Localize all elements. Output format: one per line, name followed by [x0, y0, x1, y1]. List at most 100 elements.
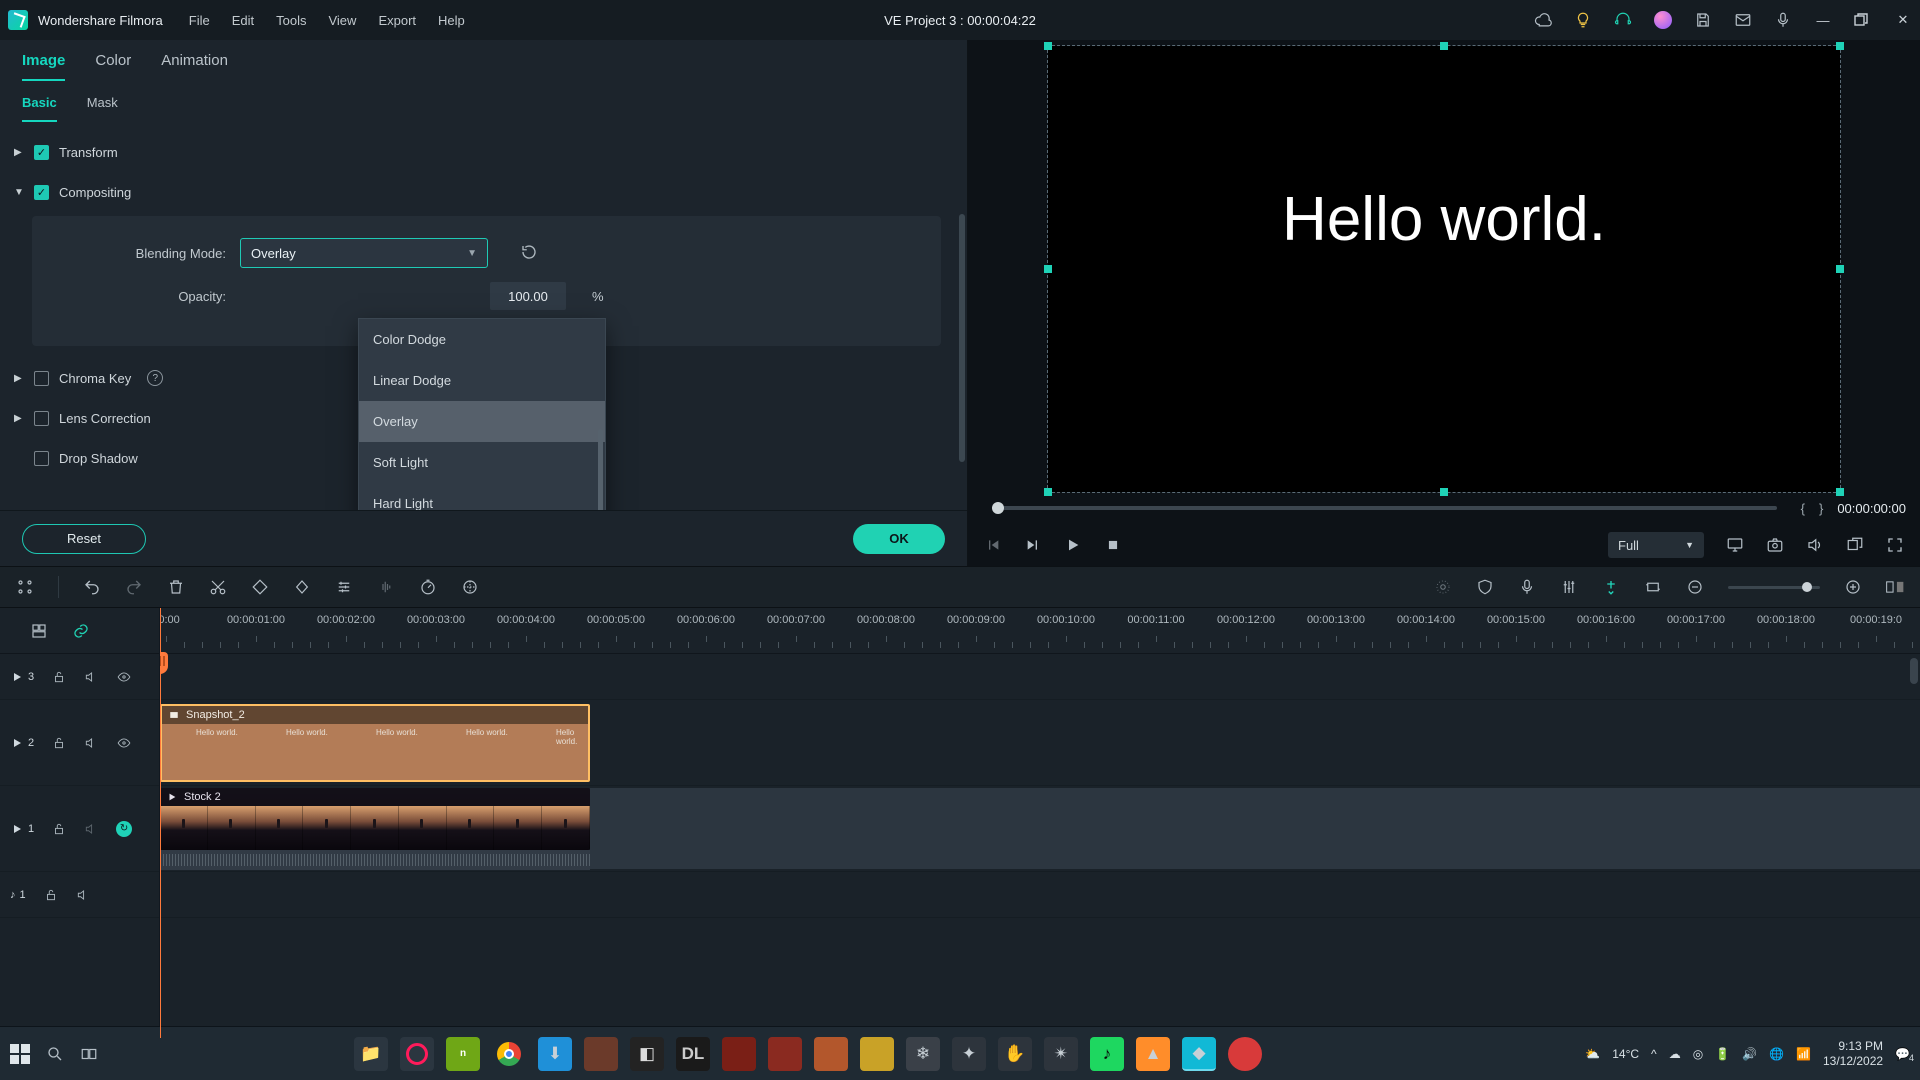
clip-snapshot-2[interactable]: Snapshot_2 Hello world. Hello world. Hel… [160, 704, 590, 782]
keyframe-icon[interactable] [293, 578, 311, 596]
mark-out-icon[interactable]: } [1819, 501, 1823, 516]
menu-file[interactable]: File [189, 13, 210, 28]
app-generic-3[interactable]: ◧ [630, 1037, 664, 1071]
app-generic-9[interactable]: ❄ [906, 1037, 940, 1071]
redo-icon[interactable] [125, 578, 143, 596]
zoom-thumb-icon[interactable] [1802, 582, 1812, 592]
app-generic-2[interactable] [584, 1037, 618, 1071]
handle-icon[interactable] [1836, 42, 1844, 50]
zoom-fit-icon[interactable] [1886, 578, 1904, 596]
shield-icon[interactable] [1476, 578, 1494, 596]
menu-edit[interactable]: Edit [232, 13, 254, 28]
mute-icon[interactable] [84, 670, 98, 684]
shadow-checkbox[interactable] [34, 451, 49, 466]
display-icon[interactable] [1726, 536, 1744, 554]
app-generic-13[interactable] [1228, 1037, 1262, 1071]
tray-volume-icon[interactable]: 🔊 [1742, 1047, 1757, 1061]
menu-tools[interactable]: Tools [276, 13, 306, 28]
preview-scrubber[interactable] [992, 506, 1777, 510]
cut-icon[interactable] [209, 578, 227, 596]
snapshot-icon[interactable] [1766, 536, 1784, 554]
zoom-out-icon[interactable] [1686, 578, 1704, 596]
zoom-slider[interactable] [1728, 586, 1820, 589]
link-icon[interactable] [72, 622, 90, 640]
mail-icon[interactable] [1734, 11, 1752, 29]
handle-icon[interactable] [1440, 42, 1448, 50]
timeline-vscrollbar[interactable] [1910, 658, 1918, 684]
visibility-icon[interactable] [116, 736, 132, 750]
handle-icon[interactable] [1836, 265, 1844, 273]
opacity-value[interactable]: 100.00 [490, 282, 566, 310]
app-chrome[interactable] [492, 1037, 526, 1071]
window-minimize-icon[interactable]: — [1814, 13, 1832, 28]
app-generic-8[interactable] [860, 1037, 894, 1071]
tab-color[interactable]: Color [95, 52, 131, 81]
tray-onedrive-icon[interactable]: ☁ [1669, 1047, 1681, 1061]
marker-icon[interactable] [1602, 578, 1620, 596]
detach-preview-icon[interactable] [1846, 536, 1864, 554]
lock-icon[interactable] [52, 822, 66, 836]
app-generic-11[interactable]: ✋ [998, 1037, 1032, 1071]
volume-icon[interactable] [1806, 536, 1824, 554]
app-generic-7[interactable] [814, 1037, 848, 1071]
app-generic-1[interactable]: ⬇ [538, 1037, 572, 1071]
tray-lang-icon[interactable]: 🌐 [1769, 1047, 1784, 1061]
handle-icon[interactable] [1440, 488, 1448, 496]
notifications-icon[interactable]: 💬4 [1895, 1047, 1910, 1061]
track-lane-v3[interactable] [160, 654, 1920, 700]
dropdown-scrollbar[interactable] [598, 429, 603, 510]
app-generic-10[interactable]: ✦ [952, 1037, 986, 1071]
zoom-in-icon[interactable] [1844, 578, 1862, 596]
prev-frame-icon[interactable] [984, 536, 1002, 554]
transform-checkbox[interactable]: ✓ [34, 145, 49, 160]
sync-icon[interactable]: ↻ [116, 821, 132, 837]
weather-temp[interactable]: 14°C [1612, 1047, 1639, 1061]
track-lane-v2[interactable]: Snapshot_2 Hello world. Hello world. Hel… [160, 700, 1920, 786]
ok-button[interactable]: OK [853, 524, 945, 554]
layout-icon[interactable] [16, 578, 34, 596]
blend-option-hard-light[interactable]: Hard Light [359, 483, 605, 510]
app-opera[interactable] [400, 1037, 434, 1071]
mixer-icon[interactable] [1434, 578, 1452, 596]
clip-stock-2[interactable]: Stock 2 [160, 788, 590, 850]
panel-scrollbar[interactable] [959, 214, 965, 462]
chroma-checkbox[interactable] [34, 371, 49, 386]
speed-icon[interactable] [419, 578, 437, 596]
voiceover-icon[interactable] [1518, 578, 1536, 596]
color-match-icon[interactable] [461, 578, 479, 596]
record-icon[interactable] [1774, 11, 1792, 29]
tray-chevron-icon[interactable]: ^ [1651, 1047, 1657, 1061]
handle-icon[interactable] [1836, 488, 1844, 496]
menu-help[interactable]: Help [438, 13, 465, 28]
timeline-ruler[interactable]: 00:0000:00:01:0000:00:02:0000:00:03:0000… [160, 608, 1920, 654]
app-generic-4[interactable]: DL [676, 1037, 710, 1071]
lock-icon[interactable] [44, 888, 58, 902]
blend-option-color-dodge[interactable]: Color Dodge [359, 319, 605, 360]
blend-option-linear-dodge[interactable]: Linear Dodge [359, 360, 605, 401]
audio-sync-icon[interactable] [377, 578, 395, 596]
lens-checkbox[interactable] [34, 411, 49, 426]
compositing-checkbox[interactable]: ✓ [34, 185, 49, 200]
app-generic-5[interactable] [722, 1037, 756, 1071]
mark-in-icon[interactable]: { [1801, 501, 1805, 516]
blend-mode-select[interactable]: Overlay ▼ [240, 238, 488, 268]
crop-icon[interactable] [1644, 578, 1662, 596]
mute-icon[interactable] [84, 736, 98, 750]
mute-icon[interactable] [84, 822, 98, 836]
window-maximize-icon[interactable] [1854, 13, 1872, 27]
blend-option-overlay[interactable]: Overlay [359, 401, 605, 442]
window-close-icon[interactable]: ✕ [1894, 12, 1912, 28]
app-filmora[interactable]: ◆ [1182, 1037, 1216, 1071]
undo-icon[interactable] [83, 578, 101, 596]
mute-icon[interactable] [76, 888, 90, 902]
section-transform[interactable]: ▶ ✓ Transform [14, 132, 953, 172]
audio-waveform[interactable] [160, 850, 590, 870]
track-lane-a1[interactable] [160, 872, 1920, 918]
tray-wifi-icon[interactable]: 📶 [1796, 1047, 1811, 1061]
tips-icon[interactable] [1574, 11, 1592, 29]
subtab-basic[interactable]: Basic [22, 95, 57, 122]
clock[interactable]: 9:13 PM 13/12/2022 [1823, 1039, 1883, 1069]
tab-image[interactable]: Image [22, 52, 65, 81]
track-options-icon[interactable] [30, 622, 48, 640]
help-icon[interactable]: ? [147, 370, 163, 386]
